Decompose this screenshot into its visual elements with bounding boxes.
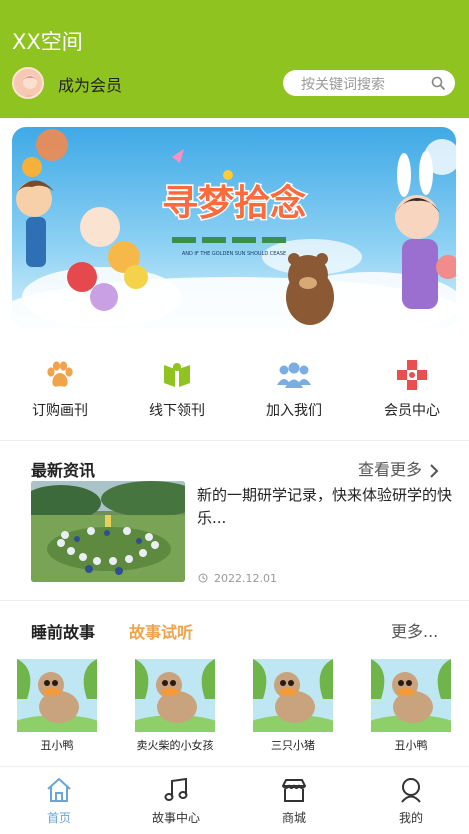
tab-shop[interactable]: 商城 [254, 777, 334, 826]
story-card[interactable]: 丑小鸭 [17, 659, 97, 753]
home-icon [47, 778, 71, 802]
bottom-tab-bar: 首页 故事中心 商城 我的 [0, 766, 469, 834]
tab-story-center[interactable]: 故事中心 [136, 777, 216, 826]
tab-label: 我的 [398, 811, 423, 825]
app-title: XX空间 [12, 30, 83, 54]
nav-subscribe-magazine[interactable]: 订购画刊 [10, 358, 110, 420]
people-icon [277, 362, 311, 388]
search-icon[interactable] [431, 76, 445, 90]
nav-label: 订购画刊 [32, 403, 88, 419]
tab-home[interactable]: 首页 [19, 777, 99, 826]
top-header: XX空间 成为会员 按关键词搜索 [0, 0, 469, 118]
nav-label: 会员中心 [384, 403, 440, 419]
shop-icon [282, 779, 306, 802]
story-name: 卖火柴的小女孩 [136, 739, 214, 752]
nav-join-us[interactable]: 加入我们 [244, 358, 344, 420]
search-placeholder: 按关键词搜索 [301, 77, 385, 93]
stories-more-link[interactable]: 更多... [391, 618, 438, 642]
story-cover [17, 659, 97, 732]
tab-label: 首页 [46, 811, 71, 825]
tab-mine[interactable]: 我的 [371, 777, 451, 826]
nav-offline-pickup[interactable]: 线下领刊 [127, 358, 227, 420]
news-more-link[interactable]: 查看更多 [358, 456, 439, 480]
gamepad-cross-icon [397, 360, 427, 390]
tab-label: 商城 [281, 811, 306, 825]
banner-headline: 寻梦拾念 [162, 182, 306, 224]
search-input[interactable]: 按关键词搜索 [283, 70, 455, 96]
quick-nav: 订购画刊 线下领刊 加入我们 会员中心 [0, 358, 469, 428]
story-name: 三只小猪 [271, 739, 315, 752]
story-card[interactable]: 卖火柴的小女孩 [135, 659, 215, 753]
chevron-right-icon [430, 463, 439, 478]
story-name: 丑小鸭 [394, 739, 428, 752]
nav-member-center[interactable]: 会员中心 [362, 358, 462, 420]
book-icon [164, 363, 190, 387]
divider [0, 440, 469, 441]
stories-tab-listen[interactable]: 故事试听 [129, 619, 193, 643]
story-cover [135, 659, 215, 732]
promo-banner[interactable]: 寻梦拾念 AND IF THE GOLDEN SUN SHOULD CEASE [12, 127, 456, 328]
story-card[interactable]: 丑小鸭 [371, 659, 451, 753]
story-cover [371, 659, 451, 732]
music-note-icon [164, 777, 188, 801]
news-date: 2022.12.01 [214, 572, 277, 585]
divider [0, 600, 469, 601]
tab-label: 故事中心 [151, 811, 200, 825]
story-cover [253, 659, 333, 732]
story-name: 丑小鸭 [40, 739, 74, 752]
become-member-link[interactable]: 成为会员 [58, 72, 122, 96]
nav-label: 线下领刊 [149, 403, 205, 419]
stories-section-title[interactable]: 睡前故事 [31, 619, 95, 643]
banner-caption: AND IF THE GOLDEN SUN SHOULD CEASE [182, 251, 286, 257]
nav-label: 加入我们 [266, 403, 322, 419]
news-headline[interactable]: 新的一期研学记录，快来体验研学的快乐... [197, 484, 452, 530]
news-more-label: 查看更多 [358, 460, 423, 479]
clock-icon [198, 573, 208, 583]
news-thumbnail[interactable] [31, 481, 185, 582]
paw-icon [47, 361, 73, 387]
user-icon [401, 778, 421, 803]
story-card[interactable]: 三只小猪 [253, 659, 333, 753]
avatar[interactable] [12, 67, 44, 99]
news-section-title: 最新资讯 [31, 461, 96, 480]
